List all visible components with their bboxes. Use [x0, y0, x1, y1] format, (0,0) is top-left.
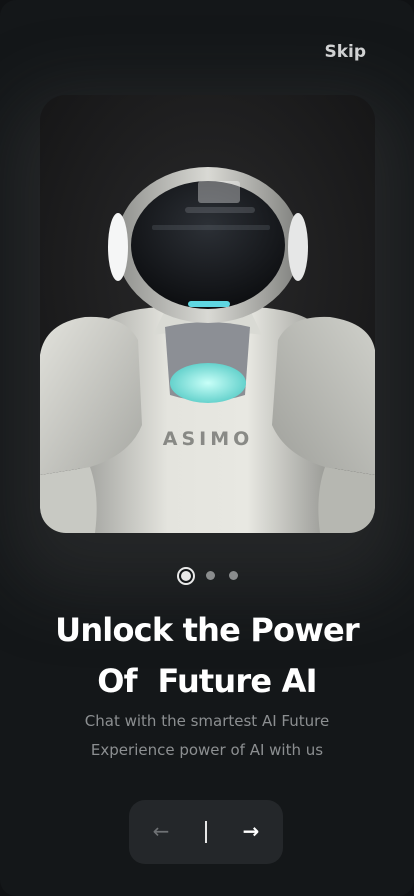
onboarding-subtitle: Chat with the smartest AI Future Experie…	[0, 707, 414, 765]
svg-text:ASIMO: ASIMO	[163, 428, 254, 450]
skip-button[interactable]: Skip	[324, 42, 366, 62]
pagination-dot[interactable]	[229, 571, 238, 580]
nav-divider	[205, 821, 207, 843]
robot-illustration: ASIMO	[40, 95, 375, 533]
onboarding-nav-control: ← →	[129, 800, 283, 864]
onboarding-screen: Skip ASIMO Unlock the Power Of Future AI…	[0, 0, 414, 896]
subtitle-line-2: Experience power of AI with us	[90, 741, 324, 759]
subtitle-line-1: Chat with the smartest AI Future	[84, 712, 330, 730]
pagination-dots	[0, 567, 414, 585]
arrow-right-icon[interactable]: →	[219, 800, 283, 864]
onboarding-title: Unlock the Power Of Future AI	[0, 605, 414, 707]
title-line-1: Unlock the Power	[55, 611, 360, 649]
pagination-dot-active[interactable]	[177, 567, 195, 585]
hero-robot-image: ASIMO	[40, 95, 375, 533]
title-line-2: Of Future AI	[97, 662, 317, 700]
pagination-dot[interactable]	[206, 571, 215, 580]
arrow-left-icon[interactable]: ←	[129, 800, 193, 864]
